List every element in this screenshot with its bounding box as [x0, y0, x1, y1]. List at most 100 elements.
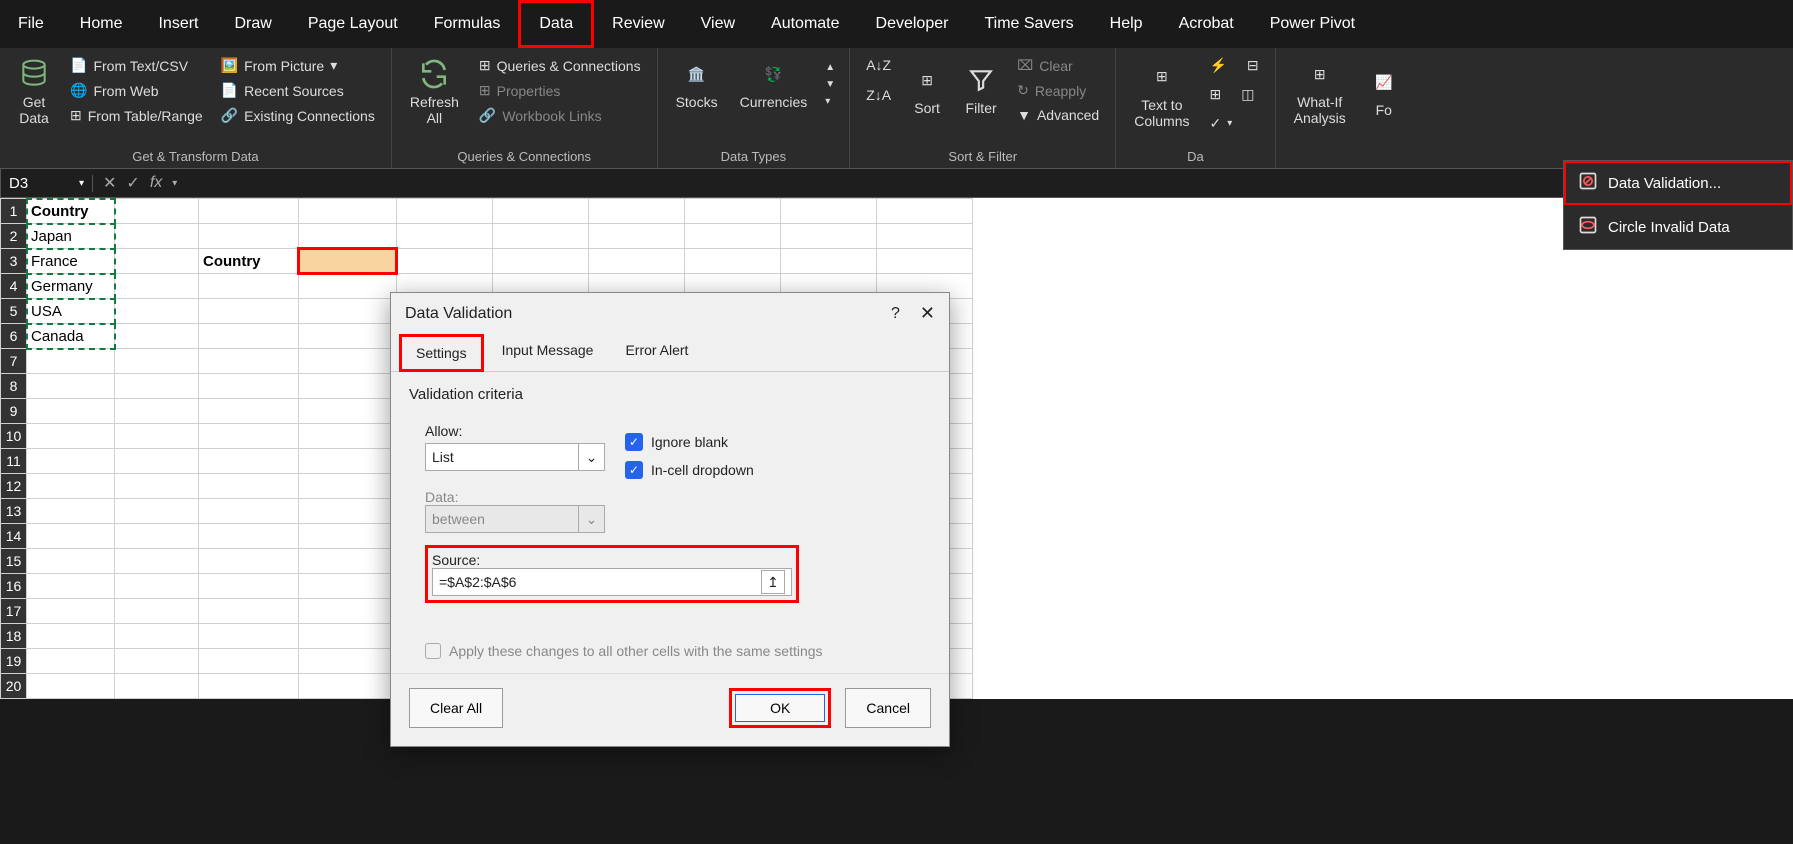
cell[interactable] [199, 449, 299, 474]
cell[interactable]: Japan [27, 224, 115, 249]
tab-input-message[interactable]: Input Message [488, 334, 608, 371]
cell[interactable] [493, 199, 589, 224]
sort-asc-button[interactable]: A↓Z [860, 54, 897, 76]
help-button[interactable]: ? [891, 305, 900, 323]
cell[interactable] [877, 199, 973, 224]
row-header[interactable]: 6 [1, 324, 27, 349]
name-box[interactable]: D3▾ [1, 175, 93, 192]
tab-developer[interactable]: Developer [858, 0, 967, 48]
cell[interactable] [27, 574, 115, 599]
cell[interactable] [299, 299, 397, 324]
cell[interactable] [589, 224, 685, 249]
cell[interactable] [199, 649, 299, 674]
row-header[interactable]: 10 [1, 424, 27, 449]
cell[interactable] [299, 474, 397, 499]
chevron-up-icon[interactable]: ▲ [825, 62, 835, 73]
data-validation-button[interactable]: ✓▾ [1203, 112, 1238, 135]
cell[interactable] [27, 399, 115, 424]
cell[interactable] [115, 374, 199, 399]
cell[interactable] [299, 599, 397, 624]
cell[interactable] [199, 299, 299, 324]
cell[interactable] [199, 399, 299, 424]
row-header[interactable]: 2 [1, 224, 27, 249]
ignore-blank-checkbox[interactable]: ✓Ignore blank [625, 433, 754, 451]
cell[interactable] [115, 624, 199, 649]
cancel-icon[interactable]: ✕ [103, 173, 116, 193]
cell[interactable] [115, 299, 199, 324]
row-header[interactable]: 19 [1, 649, 27, 674]
data-model-button[interactable]: ◫ [1235, 83, 1260, 106]
row-header[interactable]: 18 [1, 624, 27, 649]
data-types-nav[interactable]: ▲ ▼ ▾ [821, 54, 839, 114]
cell[interactable] [199, 674, 299, 699]
cell[interactable]: Country [199, 249, 299, 274]
cell[interactable] [115, 424, 199, 449]
stocks-button[interactable]: 🏛️ Stocks [668, 54, 726, 114]
currencies-button[interactable]: 💱 Currencies [732, 54, 816, 114]
cell[interactable] [27, 349, 115, 374]
cell[interactable] [115, 249, 199, 274]
cell[interactable] [493, 224, 589, 249]
cell[interactable] [27, 524, 115, 549]
cell[interactable] [199, 424, 299, 449]
cell[interactable] [27, 649, 115, 674]
tab-time-savers[interactable]: Time Savers [966, 0, 1091, 48]
tab-acrobat[interactable]: Acrobat [1161, 0, 1252, 48]
cell[interactable] [27, 674, 115, 699]
forecast-sheet-button[interactable]: 📈 Fo [1360, 54, 1408, 130]
cell[interactable] [299, 649, 397, 674]
cell[interactable]: Germany [27, 274, 115, 299]
cell[interactable] [199, 274, 299, 299]
cell[interactable] [199, 549, 299, 574]
cell[interactable] [877, 249, 973, 274]
cell[interactable]: France [27, 249, 115, 274]
from-text-csv-button[interactable]: 📄From Text/CSV [64, 54, 209, 77]
row-header[interactable]: 7 [1, 349, 27, 374]
text-to-columns-button[interactable]: ⊞ Text to Columns [1126, 54, 1197, 135]
chevron-down-icon[interactable]: ▼ [825, 79, 835, 90]
cell[interactable] [199, 224, 299, 249]
cell[interactable] [299, 524, 397, 549]
ok-button[interactable]: OK [735, 694, 825, 722]
cell[interactable] [115, 574, 199, 599]
cell[interactable] [115, 349, 199, 374]
cell[interactable] [685, 199, 781, 224]
cell[interactable] [199, 499, 299, 524]
row-header[interactable]: 3 [1, 249, 27, 274]
queries-connections-button[interactable]: ⊞Queries & Connections [473, 54, 647, 77]
tab-power-pivot[interactable]: Power Pivot [1252, 0, 1373, 48]
cell[interactable] [27, 599, 115, 624]
cell[interactable] [299, 224, 397, 249]
close-icon[interactable]: ✕ [920, 303, 935, 324]
recent-sources-button[interactable]: 📄Recent Sources [215, 79, 381, 102]
cell[interactable] [589, 249, 685, 274]
filter-button[interactable]: Filter [957, 54, 1005, 126]
remove-duplicates-button[interactable]: ⊞ [1203, 83, 1227, 106]
cell[interactable] [299, 349, 397, 374]
cell[interactable] [493, 249, 589, 274]
cell[interactable] [397, 199, 493, 224]
cell[interactable] [589, 199, 685, 224]
cell[interactable] [199, 624, 299, 649]
tab-view[interactable]: View [683, 0, 753, 48]
cell[interactable] [299, 199, 397, 224]
cell[interactable] [199, 324, 299, 349]
from-table-range-button[interactable]: ⊞From Table/Range [64, 104, 209, 127]
row-header[interactable]: 4 [1, 274, 27, 299]
cell[interactable] [27, 549, 115, 574]
apply-all-checkbox[interactable]: Apply these changes to all other cells w… [425, 643, 931, 659]
circle-invalid-menu-item[interactable]: Circle Invalid Data [1564, 205, 1792, 249]
sort-desc-button[interactable]: Z↓A [860, 84, 897, 106]
cell[interactable] [115, 324, 199, 349]
tab-data[interactable]: Data [518, 0, 594, 48]
cell[interactable] [115, 524, 199, 549]
chevron-down-icon[interactable]: ▾ [172, 178, 177, 189]
cell[interactable] [299, 424, 397, 449]
row-header[interactable]: 14 [1, 524, 27, 549]
tab-insert[interactable]: Insert [140, 0, 216, 48]
cell[interactable] [199, 474, 299, 499]
consolidate-button[interactable]: ⊟ [1241, 54, 1265, 77]
cell[interactable] [877, 224, 973, 249]
cell[interactable] [397, 249, 493, 274]
cell[interactable] [115, 399, 199, 424]
